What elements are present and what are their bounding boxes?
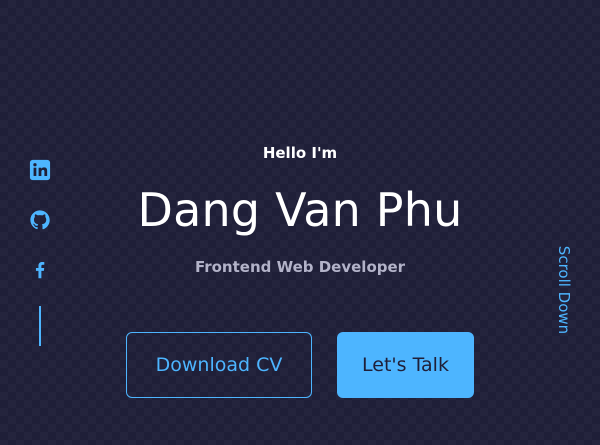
scroll-down-link[interactable]: Scroll Down (554, 235, 574, 345)
lets-talk-button[interactable]: Let's Talk (337, 332, 474, 398)
page-title: Dang Van Phu (137, 183, 463, 237)
linkedin-icon (29, 159, 51, 181)
download-cv-button[interactable]: Download CV (126, 332, 312, 398)
social-divider-line (39, 306, 41, 346)
greeting-text: Hello I'm (262, 144, 338, 162)
job-title: Frontend Web Developer (194, 258, 406, 276)
hero-section: Hello I'm Dang Van Phu Frontend Web Deve… (0, 0, 600, 445)
